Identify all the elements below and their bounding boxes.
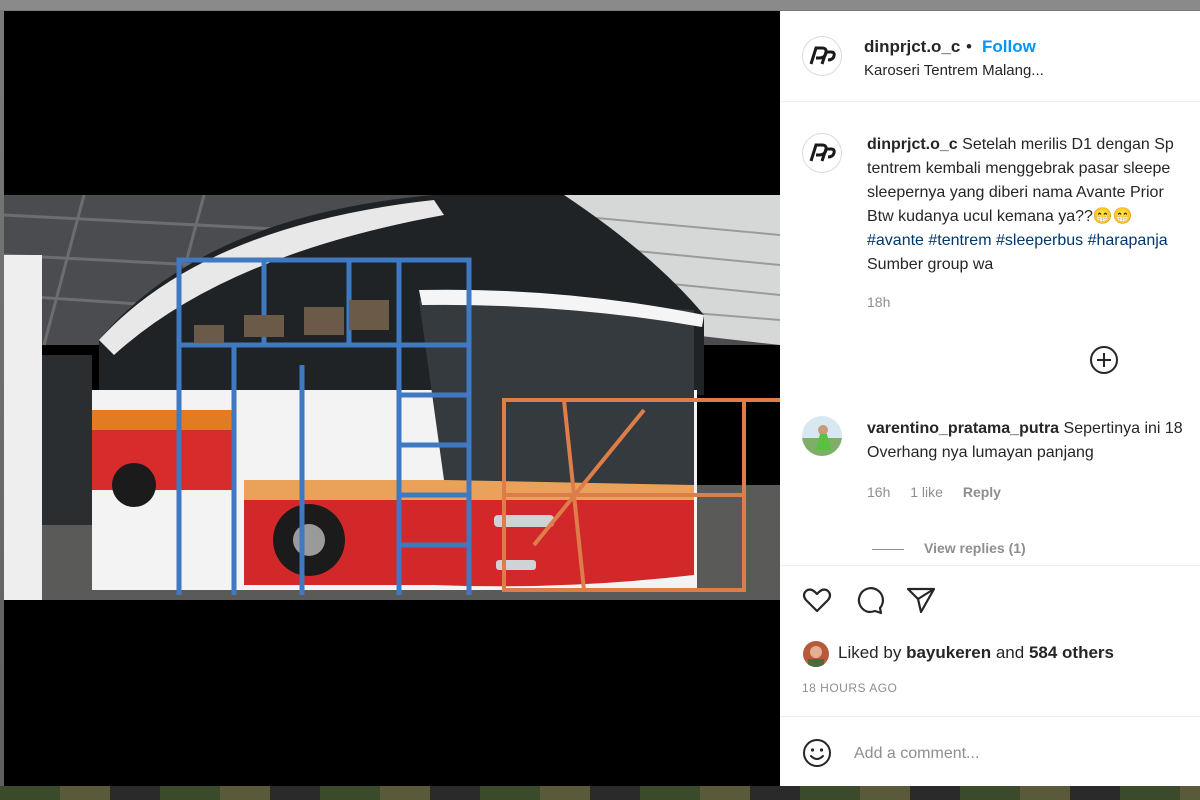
backdrop-top-strip (0, 0, 1200, 10)
post-caption: dinprjct.o_c Setelah merilis D1 dengan S… (867, 133, 1200, 277)
caption-avatar[interactable] (802, 133, 842, 173)
likes-prefix: Liked by (838, 643, 902, 662)
add-comment-input[interactable] (852, 739, 1176, 769)
emoji-button[interactable] (802, 738, 832, 768)
post-side-panel: dinprjct.o_c • Follow Karoseri Tentrem M… (780, 11, 1200, 786)
dp-logo-icon (809, 143, 836, 162)
load-more-comments-button[interactable] (1089, 345, 1119, 375)
follow-button[interactable]: Follow (982, 37, 1036, 57)
bus-factory-photo (4, 195, 780, 600)
like-button[interactable] (801, 584, 833, 616)
commenter-avatar[interactable] (802, 416, 842, 456)
comment-body: varentino_pratama_putra Sepertinya ini 1… (867, 417, 1200, 465)
share-button[interactable] (905, 584, 937, 616)
post-media-viewer[interactable] (4, 11, 780, 786)
liker-username[interactable]: bayukeren (906, 643, 991, 662)
caption-line-6: Sumber group wa (867, 256, 994, 273)
caption-hashtags: #avante #tentrem #sleeperbus #harapanja (867, 229, 1200, 253)
heart-icon (802, 588, 832, 613)
commenter-photo (802, 416, 842, 456)
caption-line-1: Setelah merilis D1 dengan Sp (962, 136, 1174, 153)
actions-divider (780, 565, 1200, 567)
likes-middle: and (995, 643, 1025, 662)
caption-line-4: Btw kudanya ucul kemana ya??😁😁 (867, 208, 1133, 225)
caption-time[interactable]: 18h (867, 294, 890, 310)
comment-button[interactable] (853, 584, 885, 616)
likes-others-link[interactable]: 584 others (1029, 643, 1114, 662)
comment-line-1: Sepertinya ini 18 (1063, 420, 1183, 437)
post-header: dinprjct.o_c • Follow Karoseri Tentrem M… (780, 11, 1200, 102)
emoji-icon (803, 739, 831, 767)
view-replies-divider (872, 549, 904, 550)
hashtag-link[interactable]: #avante (867, 232, 924, 249)
caption-line-3: sleepernya yang diberi nama Avante Prior (867, 184, 1164, 201)
caption-username[interactable]: dinprjct.o_c (867, 136, 958, 153)
hashtag-link[interactable]: #sleeperbus (996, 232, 1083, 249)
author-username[interactable]: dinprjct.o_c (864, 37, 960, 57)
comment-likes[interactable]: 1 like (910, 484, 943, 500)
comment-meta: 16h 1 like Reply (867, 484, 1017, 500)
post-timestamp[interactable]: 18 HOURS AGO (802, 681, 897, 695)
commenter-username[interactable]: varentino_pratama_putra (867, 420, 1059, 437)
add-comment-bar (780, 716, 1200, 786)
author-avatar[interactable] (802, 36, 842, 76)
hashtag-link[interactable]: #harapanja (1088, 232, 1168, 249)
hashtag-link[interactable]: #tentrem (928, 232, 991, 249)
comment-time[interactable]: 16h (867, 484, 890, 500)
caption-line-2: tentrem kembali menggebrak pasar sleepe (867, 160, 1171, 177)
comment-icon (857, 587, 885, 615)
share-icon (906, 587, 936, 614)
comment-line-2: Overhang nya lumayan panjang (867, 444, 1094, 461)
view-replies-button[interactable]: View replies (1) (924, 540, 1026, 556)
reply-button[interactable]: Reply (963, 484, 1001, 500)
likes-summary: Liked by bayukeren and 584 others (838, 643, 1114, 663)
liker-avatar[interactable] (803, 641, 829, 667)
liker-photo (803, 641, 829, 667)
header-separator: • (966, 37, 972, 56)
post-location[interactable]: Karoseri Tentrem Malang... (864, 62, 1044, 79)
post-photo (4, 195, 780, 600)
backdrop-bottom-strip (0, 786, 1200, 800)
add-circle-icon (1090, 346, 1118, 374)
dp-logo-icon (809, 46, 836, 65)
